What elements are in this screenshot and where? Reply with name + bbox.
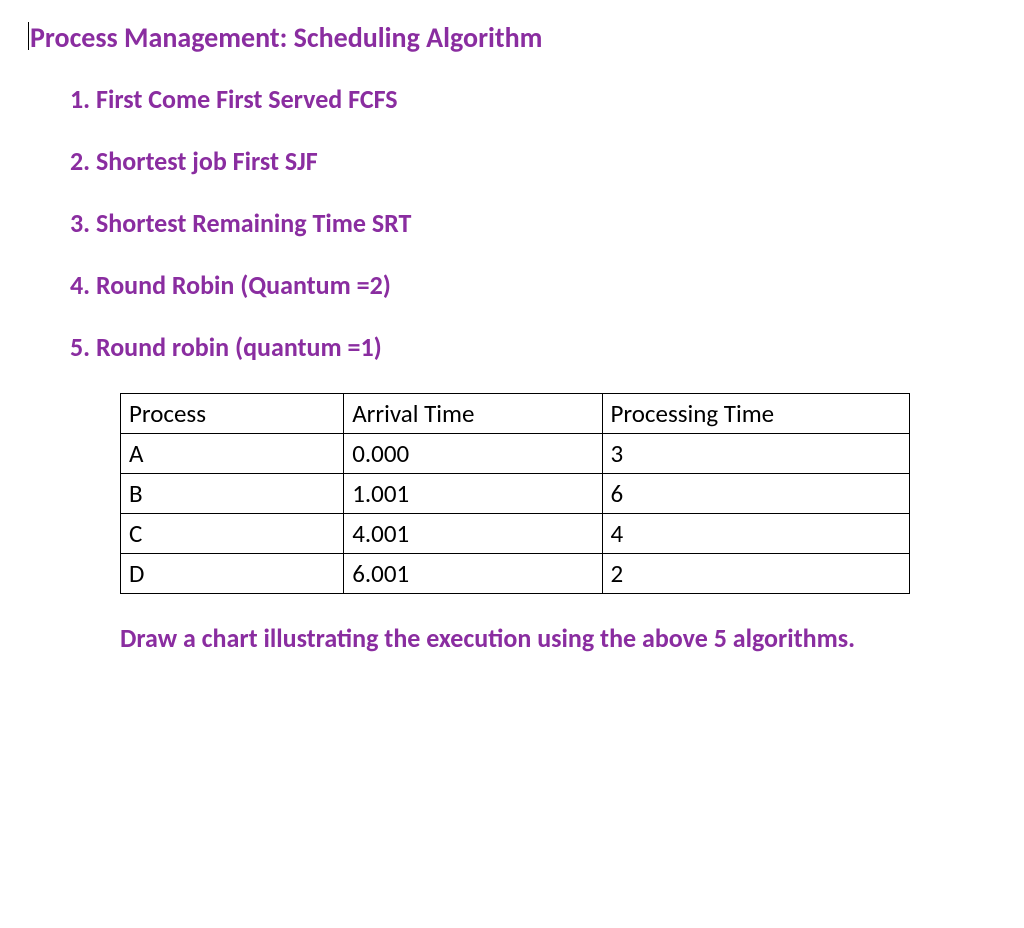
cell-arrival: 6.001 (344, 554, 602, 594)
list-item: 5. Round robin (quantum =1) (70, 331, 994, 363)
title-text: Process Management: Scheduling Algorithm (30, 20, 542, 55)
list-item: 1. First Come First Served FCFS (70, 83, 994, 115)
list-num: 3. (70, 207, 90, 239)
list-text: Round Robin (Quantum =2) (96, 269, 391, 301)
header-arrival: Arrival Time (344, 394, 602, 434)
list-num: 5. (70, 331, 90, 363)
cell-process: B (121, 474, 344, 514)
algorithm-list: 1. First Come First Served FCFS 2. Short… (70, 83, 994, 363)
list-num: 2. (70, 145, 90, 177)
cell-processing: 6 (602, 474, 909, 514)
list-item: 2. Shortest job First SJF (70, 145, 994, 177)
document-page: Process Management: Scheduling Algorithm… (0, 0, 1024, 658)
list-num: 4. (70, 269, 90, 301)
list-num: 1. (70, 83, 90, 115)
list-text: Round robin (quantum =1) (96, 331, 382, 363)
cell-process: C (121, 514, 344, 554)
process-table-wrap: Process Arrival Time Processing Time A 0… (120, 393, 904, 594)
cell-arrival: 1.001 (344, 474, 602, 514)
table-row: D 6.001 2 (121, 554, 910, 594)
table-row: B 1.001 6 (121, 474, 910, 514)
list-text: First Come First Served FCFS (96, 83, 398, 115)
list-text: Shortest Remaining Time SRT (96, 207, 411, 239)
cell-process: A (121, 434, 344, 474)
list-item: 4. Round Robin (Quantum =2) (70, 269, 994, 301)
text-cursor (28, 22, 29, 50)
table-header-row: Process Arrival Time Processing Time (121, 394, 910, 434)
cell-process: D (121, 554, 344, 594)
table-row: C 4.001 4 (121, 514, 910, 554)
cell-arrival: 0.000 (344, 434, 602, 474)
cell-processing: 4 (602, 514, 909, 554)
page-title: Process Management: Scheduling Algorithm (30, 20, 994, 55)
process-table: Process Arrival Time Processing Time A 0… (120, 393, 910, 594)
list-item: 3. Shortest Remaining Time SRT (70, 207, 994, 239)
cell-processing: 3 (602, 434, 909, 474)
header-process: Process (121, 394, 344, 434)
cell-arrival: 4.001 (344, 514, 602, 554)
list-text: Shortest job First SJF (96, 145, 318, 177)
instruction-text: Draw a chart illustrating the execution … (120, 620, 934, 658)
header-processing: Processing Time (602, 394, 909, 434)
table-row: A 0.000 3 (121, 434, 910, 474)
cell-processing: 2 (602, 554, 909, 594)
